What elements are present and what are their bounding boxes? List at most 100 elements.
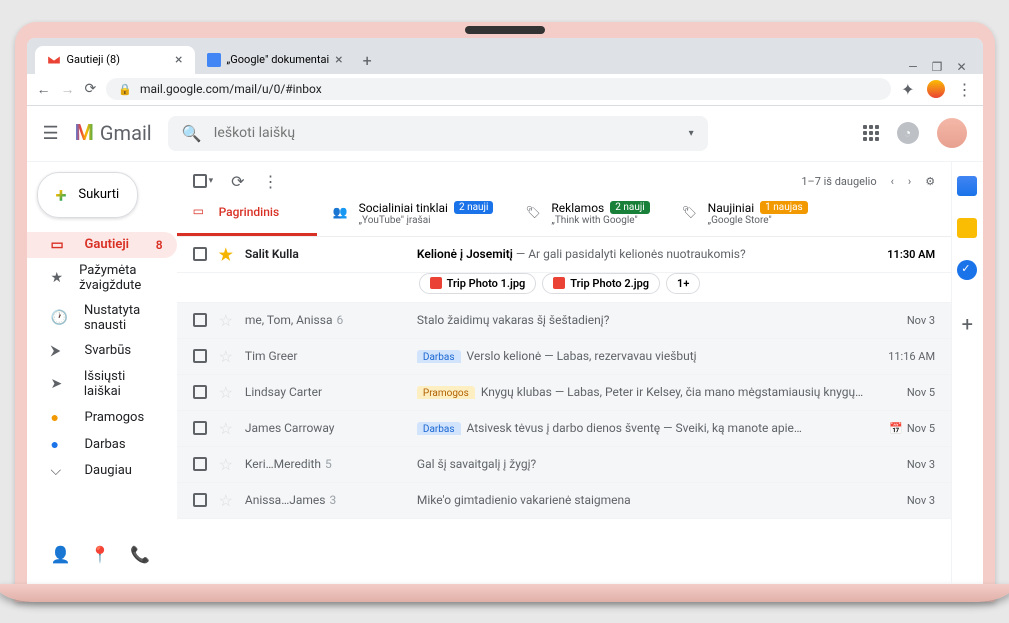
star-icon[interactable]: ☆ — [219, 347, 233, 366]
prev-page-button[interactable]: ‹ — [891, 175, 894, 188]
sidebar-item-inbox[interactable]: ▭ Gautieji 8 — [27, 232, 177, 258]
email-row[interactable]: ☆ James Carroway DarbasAtsivesk tėvus į … — [177, 411, 952, 447]
email-row[interactable]: ☆ me, Tom, Anissa6 Stalo žaidimų vakaras… — [177, 303, 952, 339]
select-all-checkbox[interactable]: ▾ — [193, 174, 214, 188]
sidebar-item-important[interactable]: ⮞Svarbūs — [27, 338, 177, 364]
email-checkbox[interactable] — [193, 457, 207, 471]
email-checkbox[interactable] — [193, 349, 207, 363]
tab-close-icon[interactable]: × — [175, 52, 182, 68]
location-icon[interactable]: 📍 — [90, 545, 110, 564]
notifications-icon[interactable]: ◔ — [897, 122, 919, 144]
tab-promotions[interactable]: 🏷 Reklamos2 nauji „Think with Google" — [509, 201, 665, 236]
window-close-icon[interactable]: ✕ — [956, 60, 966, 74]
email-subject-area: PramogosKnygų klubas — Labas, Peter ir K… — [417, 385, 863, 399]
email-checkbox[interactable] — [193, 421, 207, 435]
attachment-chip[interactable]: Trip Photo 1.jpg — [419, 273, 537, 294]
email-checkbox[interactable] — [193, 493, 207, 507]
search-box[interactable]: 🔍 ▾ — [168, 116, 708, 151]
search-input[interactable] — [214, 125, 677, 141]
phone-icon[interactable]: 📞 — [130, 545, 150, 564]
account-avatar[interactable] — [937, 118, 967, 148]
calendar-addon-icon[interactable] — [957, 176, 977, 196]
sidebar-item-label-darbas[interactable]: ●Darbas — [27, 431, 177, 458]
tab-social[interactable]: 👥 Socialiniai tinklai2 nauji „YouTube" į… — [317, 201, 510, 236]
email-checkbox[interactable] — [193, 247, 207, 261]
email-label-chip: Pramogos — [417, 386, 475, 399]
star-icon[interactable]: ☆ — [219, 419, 233, 438]
email-preview: — Labas, Peter ir Kelsey, čia mano mėgst… — [555, 385, 863, 399]
tab-updates[interactable]: 🏷 Naujiniai1 naujas „Google Store" — [666, 201, 824, 236]
email-date: Nov 3 — [875, 314, 935, 327]
star-icon[interactable]: ☆ — [219, 311, 233, 330]
email-row[interactable]: ★ Salit Kulla Kelionė į Josemitį — Ar ga… — [177, 237, 952, 273]
gmail-header: ☰ M Gmail 🔍 ▾ ◔ — [27, 106, 983, 162]
email-row[interactable]: ☆ Lindsay Carter PramogosKnygų klubas — … — [177, 375, 952, 411]
email-checkbox[interactable] — [193, 313, 207, 327]
star-icon[interactable]: ☆ — [219, 491, 233, 510]
sidebar-item-label-pramogos[interactable]: ●Pramogos — [27, 404, 177, 431]
contacts-icon[interactable]: 👤 — [51, 545, 71, 564]
forward-button[interactable]: → — [61, 81, 75, 98]
sent-icon: ➤ — [51, 376, 68, 392]
url-text: mail.google.com/mail/u/0/#inbox — [140, 82, 322, 96]
url-field[interactable]: 🔒 mail.google.com/mail/u/0/#inbox — [106, 78, 891, 100]
image-icon — [430, 277, 442, 289]
tab-primary[interactable]: ▭ Pagrindinis — [177, 201, 317, 236]
tab-label: Naujiniai — [708, 201, 754, 215]
email-label-chip: Darbas — [417, 350, 461, 363]
search-options-icon[interactable]: ▾ — [689, 128, 694, 139]
calendar-event-icon: 📅 — [889, 422, 903, 435]
settings-icon[interactable]: ⚙ — [925, 175, 935, 188]
window-maximize-icon[interactable]: ❐ — [932, 60, 943, 74]
toolbar: ▾ ⟳ ⋮ 1–7 iš daugelio ‹ › ⚙ — [177, 162, 952, 201]
email-preview: — Labas, rezervavau viešbutį — [544, 349, 696, 363]
more-attachments-chip[interactable]: 1+ — [666, 273, 700, 294]
chrome-profile-avatar[interactable] — [927, 80, 945, 98]
extensions-icon[interactable]: ✦ — [901, 80, 914, 99]
keep-addon-icon[interactable] — [957, 218, 977, 238]
reload-button[interactable]: ⟳ — [85, 81, 97, 97]
back-button[interactable]: ← — [37, 81, 51, 98]
new-tab-button[interactable]: + — [355, 47, 380, 74]
sidebar-item-starred[interactable]: ★Pažymėta žvaigždute — [27, 258, 177, 298]
sidebar-item-sent[interactable]: ➤Išsiųsti laiškai — [27, 364, 177, 404]
browser-tab-active[interactable]: Gautieji (8) × — [35, 46, 195, 74]
email-date: 11:16 AM — [875, 350, 935, 363]
label-icon: ● — [51, 436, 69, 453]
compose-label: Sukurti — [78, 187, 119, 202]
email-date: Nov 3 — [875, 494, 935, 507]
next-page-button[interactable]: › — [908, 175, 911, 188]
compose-button[interactable]: + Sukurti — [37, 172, 139, 218]
browser-tab[interactable]: „Google" dokumentai × — [195, 46, 355, 74]
sidebar-item-more[interactable]: ⌵Daugiau — [27, 458, 177, 484]
main-menu-icon[interactable]: ☰ — [43, 123, 59, 144]
email-row[interactable]: ☆ Keri…Meredith5 Gal šį savaitgalį į žyg… — [177, 447, 952, 483]
star-icon[interactable]: ☆ — [219, 455, 233, 474]
email-row[interactable]: ☆ Tim Greer DarbasVerslo kelionė — Labas… — [177, 339, 952, 375]
pagination-text: 1–7 iš daugelio — [801, 175, 876, 188]
docs-favicon — [207, 53, 221, 67]
sidebar-item-snoozed[interactable]: 🕐Nustatyta snausti — [27, 298, 177, 338]
star-icon[interactable]: ★ — [219, 245, 233, 264]
google-apps-icon[interactable] — [863, 125, 879, 141]
email-checkbox[interactable] — [193, 385, 207, 399]
refresh-button[interactable]: ⟳ — [231, 172, 244, 191]
chrome-menu-icon[interactable]: ⋮ — [957, 80, 973, 99]
tab-subtitle: „Google Store" — [708, 215, 808, 226]
gmail-logo[interactable]: M Gmail — [75, 121, 152, 146]
email-sender: Tim Greer — [245, 349, 405, 363]
window-minimize-icon[interactable]: — — [908, 60, 917, 74]
side-panel: + — [951, 162, 982, 584]
attachment-chip[interactable]: Trip Photo 2.jpg — [542, 273, 660, 294]
category-tabs: ▭ Pagrindinis 👥 Socialiniai tinklai2 nau… — [177, 201, 952, 237]
get-addons-icon[interactable]: + — [962, 312, 973, 336]
tab-close-icon[interactable]: × — [335, 52, 342, 68]
tasks-addon-icon[interactable] — [957, 260, 977, 280]
nav-label: Pramogos — [85, 410, 145, 425]
nav-label: Svarbūs — [85, 343, 132, 358]
more-menu-icon[interactable]: ⋮ — [263, 172, 279, 191]
email-row[interactable]: ☆ Anissa…James3 Mike'o gimtadienio vakar… — [177, 483, 952, 519]
star-icon[interactable]: ☆ — [219, 383, 233, 402]
nav-label: Gautieji — [85, 237, 130, 252]
email-subject-area: DarbasAtsivesk tėvus į darbo dienos šven… — [417, 421, 863, 435]
